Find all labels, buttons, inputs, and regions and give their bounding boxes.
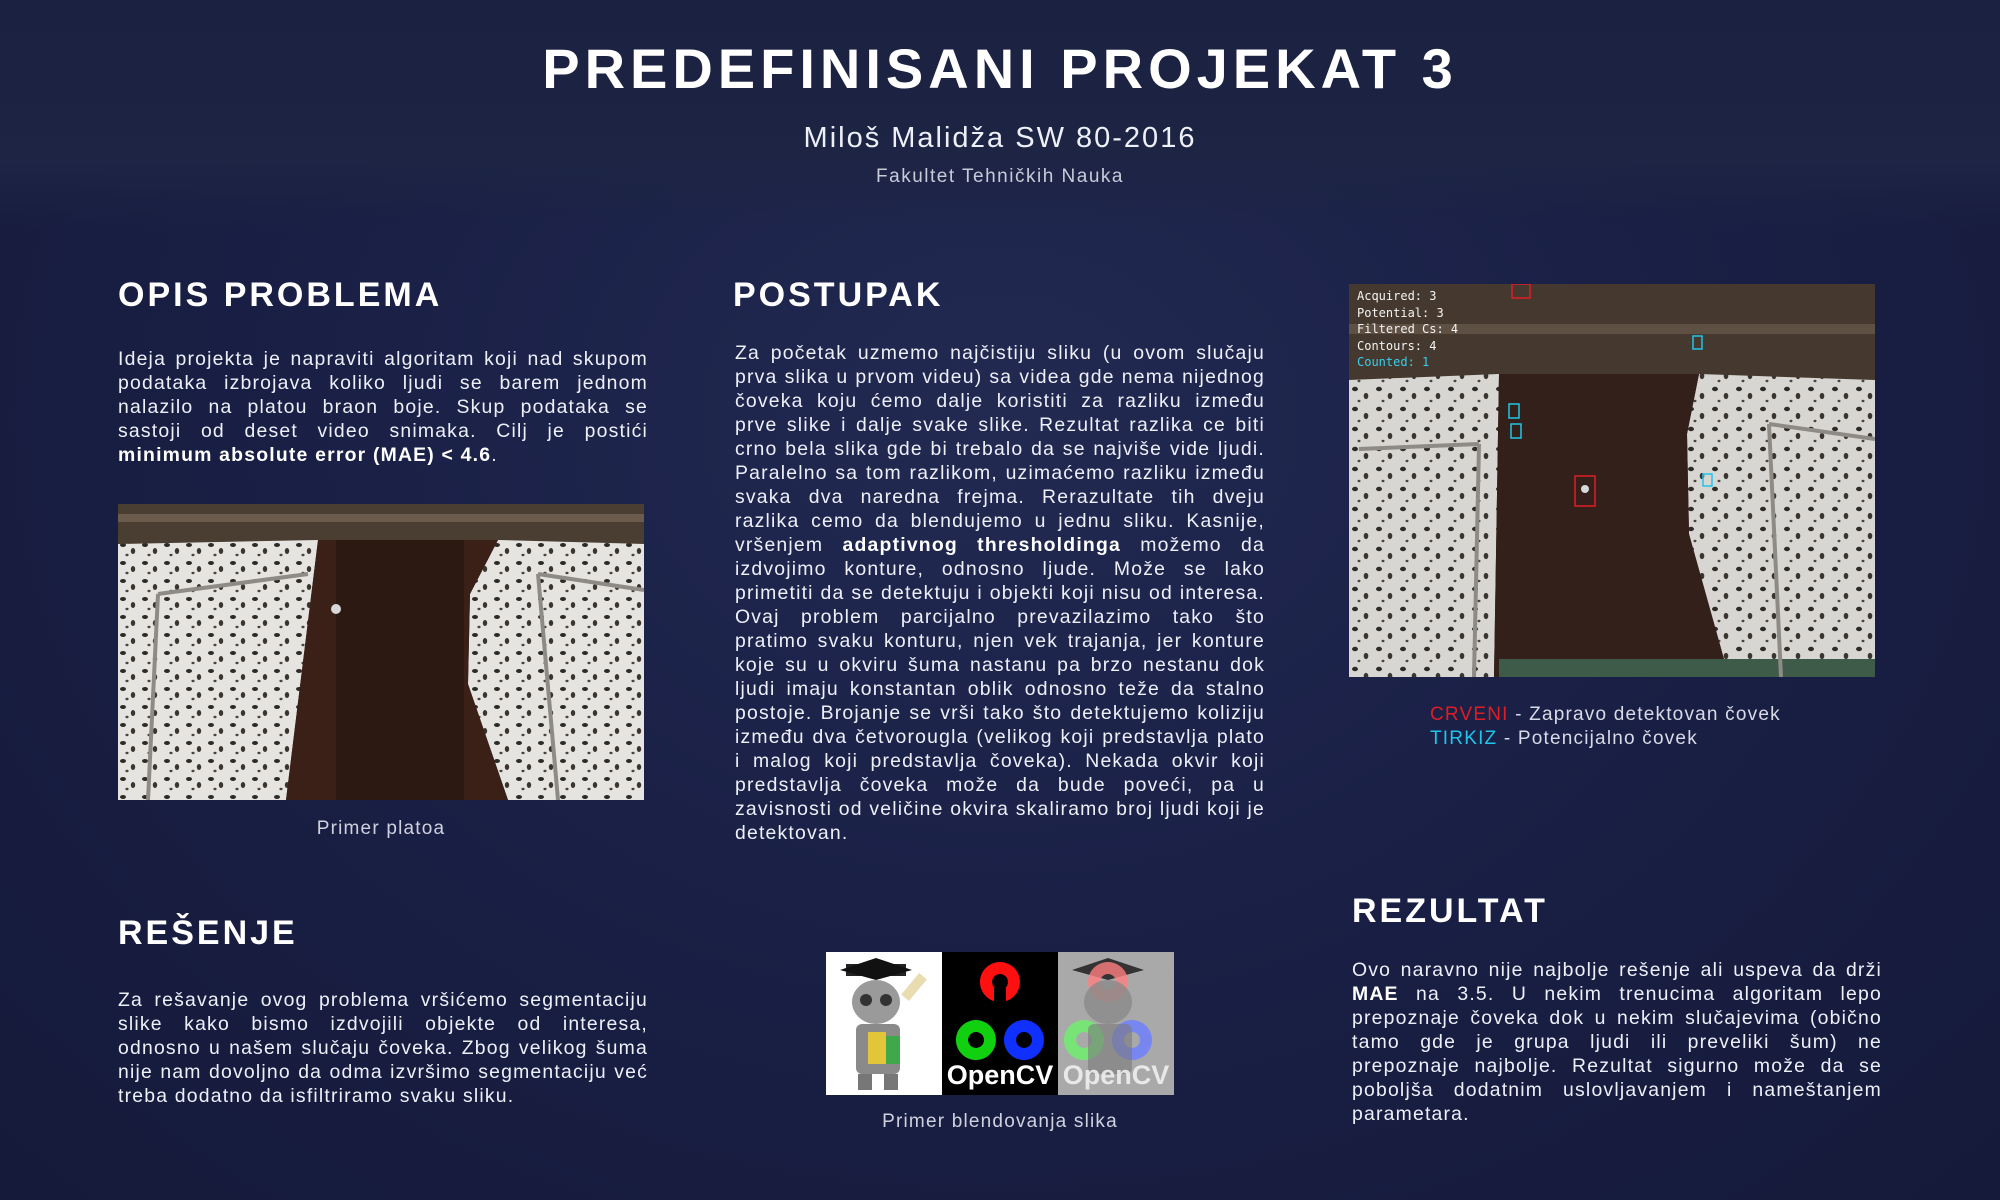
detection-overlay-stats: Acquired: 3 Potential: 3 Filtered Cs: 4 … <box>1357 288 1458 371</box>
rezultat-text-bold: MAE <box>1352 983 1399 1005</box>
rezultat-text-b: na 3.5. U nekim trenucima algoritam lepo… <box>1352 983 1883 1125</box>
opis-text: Ideja projekta je napraviti algoritam ko… <box>118 347 648 467</box>
legend-cyan-key: TIRKIZ <box>1430 728 1498 749</box>
postupak-text-a: Za početak uzmemo najčistiju sliku (u ov… <box>735 342 1265 556</box>
overlay-acquired: Acquired: 3 <box>1357 289 1437 303</box>
rezultat-text: Ovo naravno nije najbolje rešenje ali us… <box>1352 958 1882 1126</box>
plateau-caption: Primer platoa <box>316 818 446 839</box>
legend-red-text: - Zapravo detektovan čovek <box>1508 704 1781 725</box>
rezultat-text-a: Ovo naravno nije najbolje rešenje ali us… <box>1352 959 1882 981</box>
detection-screenshot: Acquired: 3 Potential: 3 Filtered Cs: 4 … <box>1349 284 1875 677</box>
legend-cyan: TIRKIZ - Potencijalno čovek <box>1430 727 1781 751</box>
legend-cyan-text: - Potencijalno čovek <box>1497 728 1698 749</box>
plateau-photo <box>118 504 644 800</box>
postupak-text-bold: adaptivnog thresholdinga <box>842 534 1121 556</box>
resenje-text: Za rešavanje ovog problema vršićemo segm… <box>118 989 648 1107</box>
overlay-contours: Contours: 4 <box>1357 338 1437 353</box>
overlay-potential: Potential: 3 <box>1357 305 1444 320</box>
overlay-counted: Counted: 1 <box>1357 355 1430 369</box>
blend-example-image: OpenCV OpenCV <box>826 952 1174 1095</box>
blend-caption: Primer blendovanja slika <box>882 1111 1118 1132</box>
resenje-heading: REŠENJE <box>118 914 298 952</box>
overlay-filtered: Filtered Cs: 4 <box>1357 322 1459 336</box>
poster-title: PREDEFINISANI PROJEKAT 3 <box>542 37 1458 100</box>
header-band <box>0 0 2000 228</box>
author-line: Miloš Malidža SW 80-2016 <box>803 122 1197 154</box>
postupak-text: Za početak uzmemo najčistiju sliku (u ov… <box>735 341 1265 845</box>
detection-legend: CRVENI - Zapravo detektovan čovek TIRKIZ… <box>1430 703 1781 751</box>
postupak-heading: POSTUPAK <box>733 276 944 314</box>
opis-text-main: Ideja projekta je napraviti algoritam ko… <box>118 348 648 442</box>
opis-heading: OPIS PROBLEMA <box>118 276 443 314</box>
rezultat-heading: REZULTAT <box>1352 892 1548 930</box>
opencv-logo-text-blended: OpenCV <box>1062 1060 1170 1090</box>
opis-text-end: . <box>491 444 498 466</box>
legend-red-key: CRVENI <box>1430 704 1509 725</box>
legend-red: CRVENI - Zapravo detektovan čovek <box>1430 703 1781 727</box>
opis-text-bold: minimum absolute error (MAE) < 4.6 <box>118 444 492 466</box>
postupak-text-b: možemo da izdvojimo konture, odnosno lju… <box>735 534 1265 844</box>
opencv-logo-text: OpenCV <box>946 1060 1054 1090</box>
faculty-line: Fakultet Tehničkih Nauka <box>876 166 1124 187</box>
